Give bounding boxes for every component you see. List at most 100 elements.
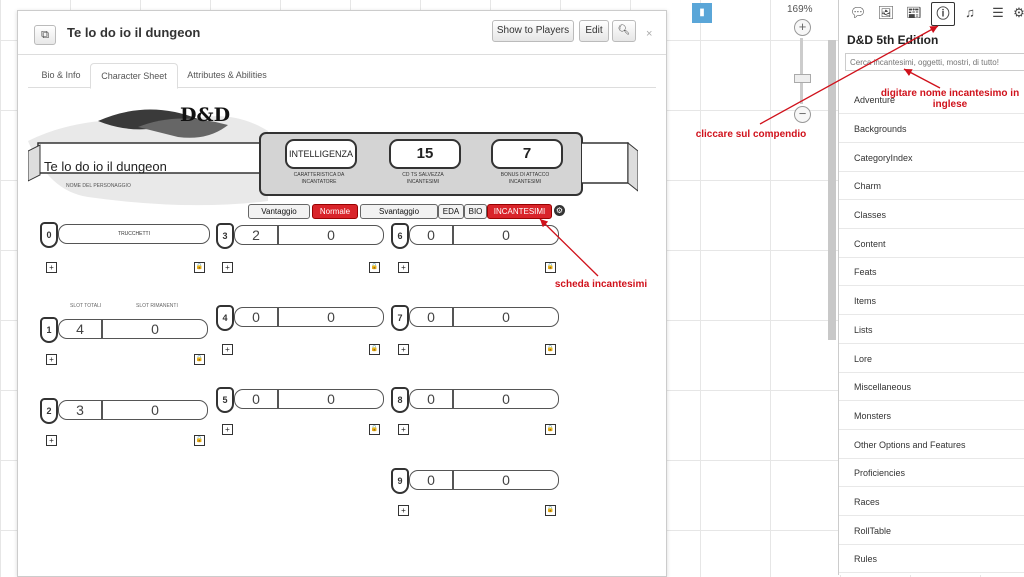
settings-icon[interactable]: ⚙ bbox=[1013, 2, 1024, 24]
slots-total-field[interactable]: 0 bbox=[409, 225, 453, 245]
compendium-item[interactable]: Miscellaneous bbox=[839, 373, 1024, 401]
level-number: 5 bbox=[216, 387, 234, 413]
level-number: 4 bbox=[216, 305, 234, 331]
close-icon[interactable]: × bbox=[646, 28, 652, 40]
add-spell-button[interactable]: + bbox=[398, 424, 409, 435]
zoom-in-button[interactable]: + bbox=[794, 19, 811, 36]
slots-total-field[interactable]: 2 bbox=[234, 225, 278, 245]
add-spell-button[interactable]: + bbox=[398, 262, 409, 273]
level-number: 6 bbox=[391, 223, 409, 249]
compendium-item[interactable]: Monsters bbox=[839, 402, 1024, 430]
attack-bonus-box[interactable]: 7 bbox=[491, 139, 563, 169]
compendium-item[interactable]: Other Options and Features bbox=[839, 431, 1024, 459]
slots-remaining-label: SLOT RIMANENTI bbox=[136, 303, 178, 309]
canvas-scrollbar[interactable] bbox=[828, 40, 836, 340]
slots-remaining-field[interactable]: 0 bbox=[102, 319, 208, 339]
spell-level-5: 5 0 0 bbox=[214, 385, 390, 413]
copy-icon[interactable]: ⧉ bbox=[34, 25, 56, 45]
slots-remaining-field[interactable]: 0 bbox=[453, 225, 559, 245]
slots-total-field[interactable]: 0 bbox=[409, 470, 453, 490]
compendium-info-icon[interactable]: ⓘ bbox=[931, 2, 955, 26]
character-name-label: NOME DEL PERSONAGGIO bbox=[66, 183, 131, 189]
add-spell-button[interactable]: + bbox=[398, 344, 409, 355]
disadvantage-toggle[interactable]: Svantaggio bbox=[360, 204, 438, 219]
slots-remaining-field[interactable]: 0 bbox=[278, 225, 384, 245]
slots-remaining-field[interactable]: 0 bbox=[278, 307, 384, 327]
level-number: 1 bbox=[40, 317, 58, 343]
slots-total-field[interactable]: 4 bbox=[58, 319, 102, 339]
lock-icon[interactable]: 🔒 bbox=[369, 424, 380, 435]
lock-icon[interactable]: 🔒 bbox=[545, 262, 556, 273]
lock-icon[interactable]: 🔒 bbox=[545, 344, 556, 355]
compendium-item[interactable]: Races bbox=[839, 488, 1024, 516]
lock-icon[interactable]: 🔒 bbox=[545, 424, 556, 435]
compendium-item[interactable]: Feats bbox=[839, 258, 1024, 286]
level-number: 8 bbox=[391, 387, 409, 413]
list-icon[interactable]: ☰ bbox=[987, 2, 1009, 24]
add-spell-button[interactable]: + bbox=[222, 262, 233, 273]
character-name[interactable]: Te lo do io il dungeon bbox=[44, 159, 167, 174]
add-spell-button[interactable]: + bbox=[222, 424, 233, 435]
compendium-item[interactable]: Proficiencies bbox=[839, 459, 1024, 487]
compendium-search-input[interactable] bbox=[845, 53, 1024, 71]
tab-character-sheet[interactable]: Character Sheet bbox=[90, 63, 178, 89]
add-spell-button[interactable]: + bbox=[398, 505, 409, 516]
journal-icon[interactable]: 📰︎ bbox=[903, 2, 925, 24]
chat-icon[interactable]: 💬︎ bbox=[847, 2, 869, 24]
tab-attributes-abilities[interactable]: Attributes & Abilities bbox=[180, 63, 274, 87]
compendium-item[interactable]: Charm bbox=[839, 172, 1024, 200]
tab-bio-info[interactable]: Bio & Info bbox=[32, 63, 90, 87]
lock-icon[interactable]: 🔒 bbox=[194, 262, 205, 273]
zoom-level: 169% bbox=[787, 4, 813, 15]
lock-icon[interactable]: 🔒 bbox=[369, 344, 380, 355]
compendium-item[interactable]: Backgrounds bbox=[839, 115, 1024, 143]
slots-total-field[interactable]: 0 bbox=[234, 389, 278, 409]
slots-total-field[interactable]: 0 bbox=[409, 307, 453, 327]
compendium-item[interactable]: CategoryIndex bbox=[839, 144, 1024, 172]
slots-total-field[interactable]: 0 bbox=[409, 389, 453, 409]
edit-button[interactable]: Edit bbox=[579, 20, 609, 42]
compendium-item[interactable]: Items bbox=[839, 287, 1024, 315]
spell-level-6: 6 0 0 bbox=[389, 221, 565, 249]
normal-toggle[interactable]: Normale bbox=[312, 204, 358, 219]
lock-icon[interactable]: 🔒 bbox=[194, 435, 205, 446]
slots-remaining-field[interactable]: 0 bbox=[453, 470, 559, 490]
casting-stat-box[interactable]: INTELLIGENZA bbox=[285, 139, 357, 169]
zoom-slider[interactable] bbox=[800, 38, 803, 104]
compendium-item[interactable]: Content bbox=[839, 230, 1024, 258]
slots-remaining-field[interactable]: 0 bbox=[278, 389, 384, 409]
level-number: 9 bbox=[391, 468, 409, 494]
slots-remaining-field[interactable]: 0 bbox=[453, 389, 559, 409]
gear-icon[interactable]: ⚙ bbox=[554, 205, 565, 216]
search-icon[interactable]: 🔍︎ bbox=[612, 20, 636, 42]
lock-icon[interactable]: 🔒 bbox=[194, 354, 205, 365]
show-to-players-button[interactable]: Show to Players bbox=[492, 20, 574, 42]
slots-remaining-field[interactable]: 0 bbox=[102, 400, 208, 420]
zoom-out-button[interactable]: − bbox=[794, 106, 811, 123]
add-spell-button[interactable]: + bbox=[46, 354, 57, 365]
add-spell-button[interactable]: + bbox=[46, 435, 57, 446]
compendium-item[interactable]: Lists bbox=[839, 316, 1024, 344]
lock-icon[interactable]: 🔒 bbox=[545, 505, 556, 516]
tab-eda[interactable]: EDA bbox=[438, 204, 464, 219]
slots-total-field[interactable]: 3 bbox=[58, 400, 102, 420]
page-toolbar-icon[interactable]: ▮ bbox=[692, 3, 712, 23]
add-spell-button[interactable]: + bbox=[222, 344, 233, 355]
tab-incantesimi[interactable]: INCANTESIMI bbox=[487, 204, 552, 219]
zoom-slider-handle[interactable] bbox=[794, 74, 811, 83]
cantrips-label: TRUCCHETTI bbox=[58, 224, 210, 244]
save-dc-box[interactable]: 15 bbox=[389, 139, 461, 169]
lock-icon[interactable]: 🔒 bbox=[369, 262, 380, 273]
compendium-title: D&D 5th Edition bbox=[847, 33, 939, 47]
compendium-item[interactable]: RollTable bbox=[839, 517, 1024, 545]
slots-remaining-field[interactable]: 0 bbox=[453, 307, 559, 327]
tab-bio[interactable]: BIO bbox=[464, 204, 487, 219]
compendium-item[interactable]: Rules bbox=[839, 545, 1024, 573]
advantage-toggle[interactable]: Vantaggio bbox=[248, 204, 310, 219]
slots-total-field[interactable]: 0 bbox=[234, 307, 278, 327]
compendium-item[interactable]: Lore bbox=[839, 345, 1024, 373]
art-library-icon[interactable]: 🖼︎ bbox=[875, 2, 897, 24]
add-cantrip-button[interactable]: + bbox=[46, 262, 57, 273]
jukebox-icon[interactable]: ♫ bbox=[959, 2, 981, 24]
compendium-item[interactable]: Classes bbox=[839, 201, 1024, 229]
